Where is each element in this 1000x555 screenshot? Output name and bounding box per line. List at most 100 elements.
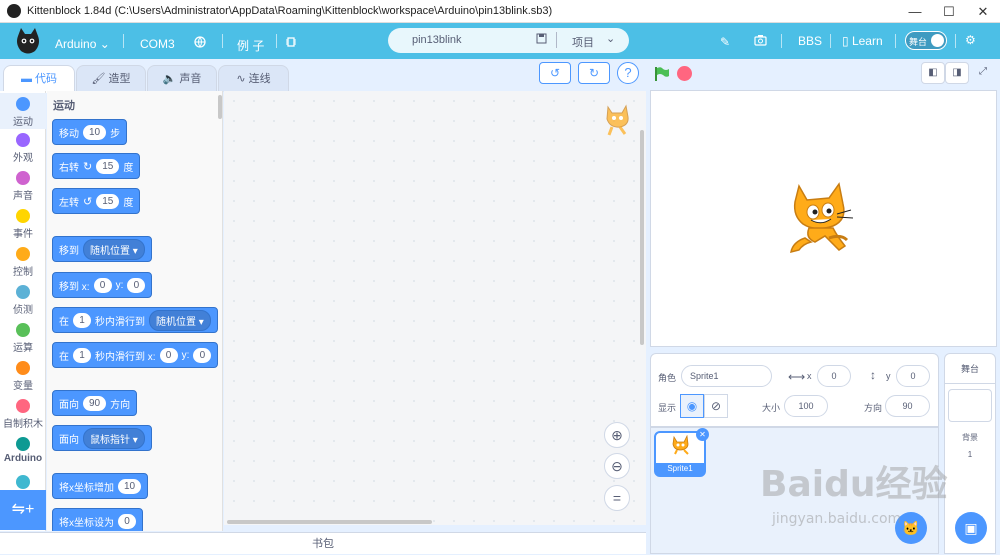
show-visible-button[interactable]: ◉	[680, 394, 704, 418]
block-goto[interactable]: 移到 随机位置 ▾	[52, 236, 152, 262]
sprite-name-input[interactable]: Sprite1	[681, 365, 772, 387]
stage-thumbnail[interactable]	[948, 389, 992, 422]
learn-link[interactable]: ▯ Learn	[842, 34, 883, 48]
help-button[interactable]: ?	[617, 62, 639, 84]
add-extension-button[interactable]: ⇋+	[0, 490, 46, 530]
edit-icon[interactable]: ✎	[720, 35, 730, 49]
block-move-steps[interactable]: 移动 10 步	[52, 119, 128, 145]
bbs-link[interactable]: BBS	[798, 34, 822, 48]
block-input[interactable]: 0	[93, 277, 112, 293]
category-dot	[16, 399, 30, 413]
redo-button[interactable]: ↻	[578, 62, 610, 84]
size-input[interactable]: 100	[784, 395, 828, 417]
block-point-towards[interactable]: 面向 鼠标指针 ▾	[52, 425, 152, 451]
block-glide-xy[interactable]: 在 1 秒内滑行到 x: 0 y: 0	[52, 342, 219, 368]
direction-input[interactable]: 90	[885, 395, 930, 417]
cat-sprite[interactable]	[785, 180, 859, 260]
category-label: 运动	[13, 117, 33, 128]
backpack[interactable]: 书包	[0, 532, 646, 554]
block-goto-xy[interactable]: 移到 x: 0 y: 0	[52, 272, 153, 298]
category-motion[interactable]: 运动	[0, 93, 46, 129]
port-selector[interactable]: COM3	[140, 37, 175, 51]
workspace-scrollbar-vertical[interactable]	[640, 130, 644, 345]
y-input[interactable]: 0	[896, 365, 930, 387]
examples-menu[interactable]: 例 子	[237, 37, 264, 54]
category-my-blocks[interactable]: 自制积木	[0, 399, 46, 430]
category-events[interactable]: 事件	[0, 209, 46, 240]
category-looks[interactable]: 外观	[0, 133, 46, 164]
block-input[interactable]: 15	[96, 193, 120, 209]
zoom-in-button[interactable]: ⊕	[604, 422, 630, 448]
minimize-button[interactable]: —	[898, 0, 932, 23]
block-input[interactable]: 0	[193, 347, 212, 363]
globe-icon[interactable]	[194, 36, 206, 51]
settings-icon[interactable]: ⚙	[965, 33, 976, 47]
save-icon[interactable]	[536, 33, 547, 47]
category-dot	[16, 171, 30, 185]
maximize-button[interactable]: ☐	[932, 0, 966, 23]
fullscreen-button[interactable]: ⤢	[971, 62, 995, 84]
block-input[interactable]: 15	[96, 158, 120, 174]
category-sensing[interactable]: 侦测	[0, 285, 46, 316]
category-operators[interactable]: 运算	[0, 323, 46, 354]
block-turn-right[interactable]: 右转 ↻ 15 度	[52, 153, 141, 179]
block-set-x[interactable]: 将x坐标设为 0	[52, 508, 143, 531]
block-dropdown[interactable]: 随机位置 ▾	[83, 238, 145, 260]
block-input[interactable]: 0	[118, 513, 136, 529]
block-input[interactable]: 1	[73, 312, 91, 328]
hide-button[interactable]: ⊘	[704, 394, 728, 418]
block-text: 度	[123, 162, 134, 174]
undo-button[interactable]: ↺	[539, 62, 571, 84]
category-arduino[interactable]: Arduino	[0, 437, 46, 464]
add-backdrop-button[interactable]: ▣	[955, 512, 987, 544]
block-glide[interactable]: 在 1 秒内滑行到 随机位置 ▾	[52, 307, 218, 333]
block-point-direction[interactable]: 面向 90 方向	[52, 390, 138, 416]
project-menu[interactable]: 项目	[572, 34, 594, 50]
x-input[interactable]: 0	[817, 365, 851, 387]
tab-costumes[interactable]: 🖌 造型	[76, 65, 146, 92]
learn-label: Learn	[851, 34, 883, 48]
code-workspace[interactable]	[224, 91, 646, 525]
tab-wiring[interactable]: ∿ 连线	[218, 65, 289, 92]
cat-add-icon: 🐱	[902, 520, 920, 536]
category-extra[interactable]	[0, 475, 46, 491]
project-name-field[interactable]: pin13blink	[412, 34, 462, 46]
small-stage-button[interactable]: ◧	[921, 62, 945, 84]
close-button[interactable]: ✕	[966, 0, 1000, 23]
category-variables[interactable]: 变量	[0, 361, 46, 392]
equals-icon: =	[612, 490, 622, 506]
block-input[interactable]: 1	[73, 347, 91, 363]
tab-label: 造型	[108, 73, 131, 85]
block-dropdown[interactable]: 鼠标指针 ▾	[83, 427, 145, 449]
category-control[interactable]: 控制	[0, 247, 46, 278]
palette-heading: 运动	[53, 100, 75, 112]
workspace-scrollbar-horizontal[interactable]	[227, 520, 432, 524]
block-input[interactable]: 0	[159, 347, 178, 363]
chip-icon[interactable]	[285, 36, 297, 51]
tab-sounds[interactable]: 🔈 声音	[147, 65, 217, 92]
camera-icon[interactable]	[754, 34, 767, 49]
block-turn-left[interactable]: 左转 ↺ 15 度	[52, 188, 141, 214]
tab-code[interactable]: ▬ 代码	[3, 65, 75, 93]
block-dropdown[interactable]: 随机位置 ▾	[149, 309, 211, 331]
sprite-thumbnail[interactable]: ✕ Sprite1	[654, 428, 709, 477]
board-selector[interactable]: Arduino ⌄	[55, 37, 110, 51]
block-text: 方向	[110, 399, 131, 411]
block-input[interactable]: 10	[118, 478, 142, 494]
normal-stage-button[interactable]: ◨	[945, 62, 969, 84]
block-input[interactable]: 0	[127, 277, 146, 293]
chevron-down-icon[interactable]: ⌄	[606, 32, 615, 45]
stop-button[interactable]	[677, 66, 692, 81]
block-input[interactable]: 10	[83, 124, 107, 140]
zoom-out-button[interactable]: ⊖	[604, 453, 630, 479]
block-input[interactable]: 90	[83, 395, 107, 411]
zoom-reset-button[interactable]: =	[604, 485, 630, 511]
category-label: 外观	[13, 153, 33, 164]
stage-toggle[interactable]: 舞台	[905, 31, 947, 50]
delete-sprite-icon[interactable]: ✕	[696, 428, 709, 441]
zoom-in-icon: ⊕	[611, 427, 623, 443]
block-change-x[interactable]: 将x坐标增加 10	[52, 473, 149, 499]
palette-scrollbar[interactable]	[218, 95, 222, 119]
category-sound[interactable]: 声音	[0, 171, 46, 202]
green-flag-button[interactable]	[654, 66, 670, 82]
